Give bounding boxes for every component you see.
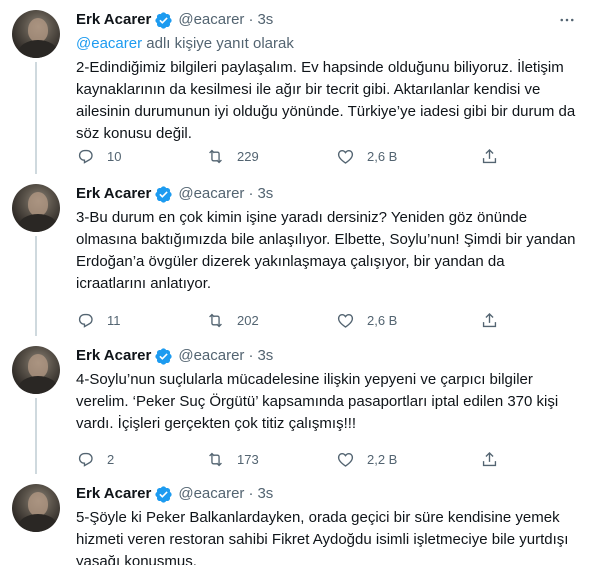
retweet-button[interactable]: 202 [206, 311, 336, 330]
tweet-text: 5-Şöyle ki Peker Balkanlardayken, orada … [76, 509, 573, 565]
tweet-header: Erk Acarer @eacarer · 3s [76, 484, 582, 504]
tweet-time[interactable]: 3s [257, 184, 273, 204]
heart-icon [337, 452, 354, 467]
tweet-actions: 11 202 2,6 B [76, 308, 506, 332]
tweet-time[interactable]: 3s [257, 484, 273, 504]
like-count: 2,2 B [367, 451, 398, 467]
author-name[interactable]: Erk Acarer [76, 484, 151, 504]
avatar[interactable] [12, 184, 60, 232]
tweet-header: Erk Acarer @eacarer · 3s [76, 10, 582, 30]
author-name[interactable]: Erk Acarer [76, 184, 151, 204]
share-button[interactable] [480, 450, 520, 469]
retweet-count: 173 [237, 451, 259, 467]
heart-icon [337, 313, 354, 328]
reply-count: 2 [107, 451, 115, 467]
separator-dot: · [248, 11, 254, 28]
separator-dot: · [248, 185, 254, 202]
share-button[interactable] [480, 147, 520, 166]
author-handle[interactable]: @eacarer [178, 10, 244, 30]
like-count: 2,6 B [367, 148, 398, 164]
tweet-time[interactable]: 3s [257, 346, 273, 366]
share-icon [482, 148, 497, 163]
retweet-icon [209, 452, 222, 466]
tweet-actions: 10 229 2,6 B [76, 144, 506, 168]
verified-badge-icon [154, 185, 173, 204]
verified-badge-icon [154, 485, 173, 504]
tweet-time[interactable]: 3s [257, 10, 273, 30]
reply-button[interactable]: 2 [76, 450, 206, 469]
share-icon [482, 312, 497, 327]
like-button[interactable]: 2,6 B [336, 147, 466, 166]
like-button[interactable]: 2,6 B [336, 311, 466, 330]
retweet-count: 202 [237, 312, 259, 328]
share-button[interactable] [480, 311, 520, 330]
reply-mention-link[interactable]: @eacarer [76, 35, 142, 52]
author-name[interactable]: Erk Acarer [76, 10, 151, 30]
author-name[interactable]: Erk Acarer [76, 346, 151, 366]
reply-context: @eacarer adlı kişiye yanıt olarak [76, 34, 582, 54]
author-handle[interactable]: @eacarer [178, 184, 244, 204]
heart-icon [337, 149, 354, 164]
reply-button[interactable]: 11 [76, 311, 206, 330]
author-handle[interactable]: @eacarer [178, 484, 244, 504]
avatar[interactable] [12, 10, 60, 58]
tweet-text: 3-Bu durum en çok kimin işine yaradı der… [76, 209, 580, 292]
verified-badge-icon [154, 347, 173, 366]
more-options-icon[interactable] [556, 10, 578, 30]
like-button[interactable]: 2,2 B [336, 450, 466, 469]
thread-connector [35, 236, 37, 336]
avatar[interactable] [12, 484, 60, 532]
avatar[interactable] [12, 346, 60, 394]
tweet-header: Erk Acarer @eacarer · 3s [76, 184, 582, 204]
tweet-text: 2-Edindiğimiz bilgileri paylaşalım. Ev h… [76, 59, 580, 142]
verified-badge-icon [154, 11, 173, 30]
tweet-thread: Erk Acarer @eacarer · 3s @eacarer adlı k… [0, 0, 594, 565]
thread-connector [35, 62, 37, 174]
retweet-icon [209, 149, 222, 163]
reply-icon [78, 149, 93, 164]
share-icon [482, 451, 497, 466]
separator-dot: · [248, 485, 254, 502]
reply-context-text: adlı kişiye yanıt olarak [142, 35, 294, 52]
reply-icon [78, 313, 93, 328]
retweet-button[interactable]: 229 [206, 147, 336, 166]
retweet-button[interactable]: 173 [206, 450, 336, 469]
reply-button[interactable]: 10 [76, 147, 206, 166]
tweet-header: Erk Acarer @eacarer · 3s [76, 346, 582, 366]
reply-icon [78, 452, 93, 467]
retweet-icon [209, 313, 222, 327]
thread-connector [35, 398, 37, 474]
author-handle[interactable]: @eacarer [178, 346, 244, 366]
reply-count: 11 [107, 312, 121, 328]
tweet-actions: 2 173 2,2 B [76, 447, 506, 471]
separator-dot: · [248, 347, 254, 364]
retweet-count: 229 [237, 148, 259, 164]
reply-count: 10 [107, 148, 122, 164]
tweet-text: 4-Soylu’nun suçlularla mücadelesine iliş… [76, 371, 563, 432]
like-count: 2,6 B [367, 312, 398, 328]
